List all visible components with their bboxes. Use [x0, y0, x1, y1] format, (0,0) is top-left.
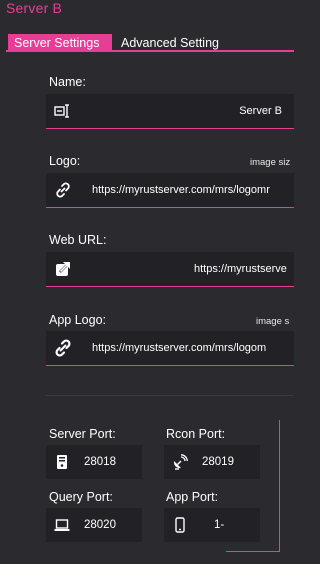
logo-label: Logo: — [49, 154, 81, 168]
name-value[interactable]: Server B — [239, 94, 282, 128]
app-port-value[interactable]: 1- — [214, 508, 224, 542]
query-port-label: Query Port: — [49, 490, 113, 504]
rcon-port-label: Rcon Port: — [166, 427, 226, 441]
web-url-field[interactable]: https://myrustserve — [46, 252, 294, 287]
server-icon — [54, 454, 70, 470]
query-port-value[interactable]: 28020 — [84, 508, 116, 542]
panel-border-right — [279, 420, 280, 552]
name-label: Name: — [49, 75, 86, 89]
app-port-field[interactable]: 1- — [164, 508, 260, 543]
laptop-icon — [54, 517, 70, 533]
web-url-label: Web URL: — [49, 233, 107, 247]
logo-image-size-hint: image siz — [250, 157, 291, 168]
app-logo-image-size-hint: image s — [256, 316, 290, 327]
rcon-port-field[interactable]: 28019 — [164, 445, 260, 480]
broken-link-icon — [54, 339, 72, 357]
satellite-dish-icon — [172, 454, 188, 470]
server-port-value[interactable]: 28018 — [84, 445, 116, 479]
app-logo-url-value[interactable]: https://myrustserver.com/mrs/logom — [92, 331, 266, 365]
logo-url-value[interactable]: https://myrustserver.com/mrs/logomr — [92, 173, 270, 207]
rcon-port-value[interactable]: 28019 — [202, 445, 234, 479]
app-logo-url-field[interactable]: https://myrustserver.com/mrs/logom — [46, 331, 294, 366]
section-divider — [46, 395, 294, 396]
logo-url-field[interactable]: https://myrustserver.com/mrs/logomr — [46, 173, 294, 208]
app-logo-label: App Logo: — [49, 313, 106, 327]
web-url-value[interactable]: https://myrustserve — [194, 252, 287, 286]
query-port-field[interactable]: 28020 — [46, 508, 142, 543]
server-port-field[interactable]: 28018 — [46, 445, 142, 480]
tab-underline — [6, 50, 294, 52]
panel-border-bottom — [226, 551, 280, 552]
link-icon — [54, 181, 72, 199]
window-title: Server B — [6, 0, 63, 16]
app-port-label: App Port: — [166, 490, 219, 504]
external-link-icon — [54, 260, 72, 278]
name-field[interactable]: Server B — [46, 94, 294, 129]
text-cursor-icon — [54, 102, 72, 120]
mobile-phone-icon — [172, 517, 188, 533]
server-port-label: Server Port: — [49, 427, 116, 441]
